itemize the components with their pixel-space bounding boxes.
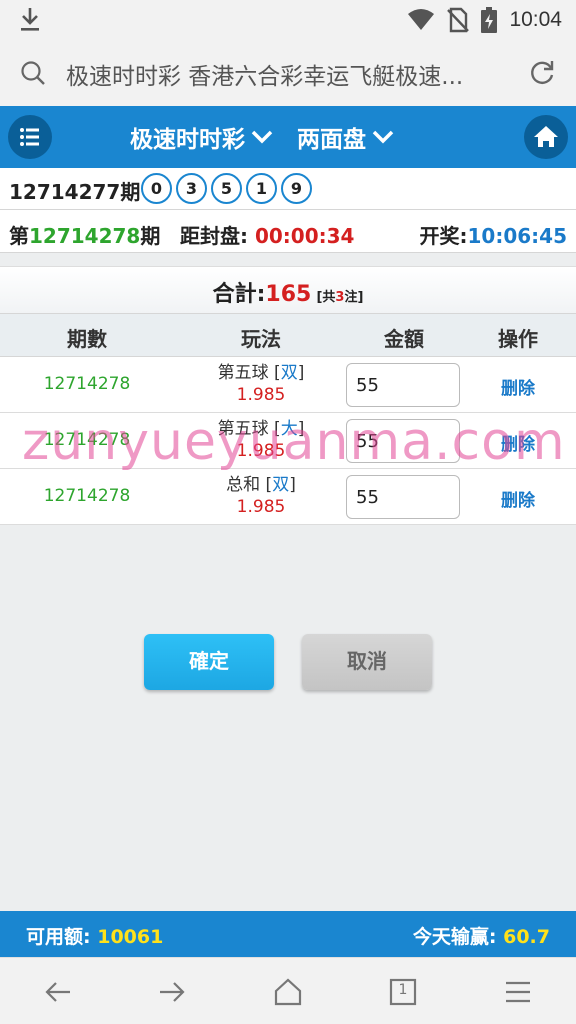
row-play: 总和 [双] 1.985 xyxy=(174,474,348,518)
tab-count: 1 xyxy=(398,982,408,998)
column-header-play: 玩法 xyxy=(241,327,281,351)
play-choice: 双 xyxy=(272,475,290,495)
countdown-value: 00:00:34 xyxy=(254,224,355,248)
battery-icon xyxy=(481,7,498,33)
balance-label: 可用额: xyxy=(26,926,91,948)
play-name: 总和 xyxy=(226,475,261,495)
game-label: 极速时时彩 xyxy=(130,127,245,153)
delete-link[interactable]: 删除 xyxy=(460,430,576,455)
available-balance: 可用额: 10061 xyxy=(26,922,163,949)
market-dropdown[interactable]: 两面盘 xyxy=(297,120,394,154)
today-value: 60.7 xyxy=(503,926,550,948)
menu-button[interactable] xyxy=(8,115,52,159)
row-play: 第五球 [双] 1.985 xyxy=(174,362,348,406)
current-period: 第12714278期 xyxy=(9,220,160,249)
current-period-row: 第12714278期 距封盘: 00:00:34 开奖:10:06:45 xyxy=(0,210,576,253)
bet-count: [共3注] xyxy=(316,290,363,305)
search-icon[interactable] xyxy=(20,60,46,86)
summary-label: 合計: xyxy=(212,282,266,307)
play-choice: 大 xyxy=(280,419,298,439)
column-header-action: 操作 xyxy=(498,327,538,351)
browser-nav-bar: 1 xyxy=(0,957,576,1024)
period-suffix: 期 xyxy=(140,224,161,248)
current-period-number: 12714278 xyxy=(29,224,141,248)
countdown-label: 距封盘: xyxy=(180,224,248,248)
home-icon xyxy=(534,126,558,147)
count-prefix: [共 xyxy=(316,290,336,305)
balance-footer: 可用额: 10061 今天输赢: 60.7 xyxy=(0,911,576,957)
confirm-button[interactable]: 確定 xyxy=(144,634,274,690)
cancel-button[interactable]: 取消 xyxy=(302,634,432,690)
today-label: 今天输赢: xyxy=(412,926,497,948)
forward-arrow-icon[interactable] xyxy=(156,976,188,1008)
row-odds: 1.985 xyxy=(236,441,286,461)
table-row: 12714278 总和 [双] 1.985 删除 xyxy=(0,469,576,525)
row-period: 12714278 xyxy=(43,374,131,394)
column-header-amount: 金額 xyxy=(384,327,424,351)
period-prefix: 第 xyxy=(9,224,29,248)
list-menu-icon xyxy=(20,128,39,146)
open-label: 开奖: xyxy=(419,224,468,248)
play-name: 第五球 xyxy=(217,419,269,439)
result-ball: 1 xyxy=(246,173,277,204)
count-suffix: 注] xyxy=(344,290,364,305)
table-row: 12714278 第五球 [大] 1.985 删除 xyxy=(0,413,576,469)
status-bar: 10:04 xyxy=(0,0,576,40)
column-header-period: 期數 xyxy=(67,327,107,351)
row-period: 12714278 xyxy=(43,486,131,506)
row-period: 12714278 xyxy=(43,430,131,450)
clock: 10:04 xyxy=(509,8,562,31)
play-choice: 双 xyxy=(280,363,298,383)
no-sim-icon xyxy=(447,7,470,33)
row-odds: 1.985 xyxy=(236,497,286,517)
wifi-icon xyxy=(408,9,435,30)
browser-url-bar: 极速时时彩 香港六合彩幸运飞艇极速... xyxy=(0,40,576,106)
amount-input[interactable] xyxy=(346,475,460,519)
amount-input[interactable] xyxy=(346,419,460,463)
result-ball: 9 xyxy=(281,173,312,204)
tabs-button[interactable]: 1 xyxy=(387,976,419,1008)
app-header: 极速时时彩 两面盘 xyxy=(0,106,576,168)
close-countdown: 距封盘: 00:00:34 xyxy=(180,220,354,249)
last-draw-row: 12714277期 0 3 5 1 9 xyxy=(0,168,576,210)
amount-input[interactable] xyxy=(346,363,460,407)
market-label: 两面盘 xyxy=(297,127,366,153)
balance-value: 10061 xyxy=(97,926,164,948)
chevron-down-icon xyxy=(251,130,273,144)
today-result: 今天输赢: 60.7 xyxy=(413,922,550,949)
table-row: 12714278 第五球 [双] 1.985 删除 xyxy=(0,357,576,413)
play-name: 第五球 xyxy=(217,363,269,383)
download-icon xyxy=(21,8,39,31)
result-ball: 0 xyxy=(141,173,172,204)
hamburger-menu-icon[interactable] xyxy=(502,976,534,1008)
summary-total: 165 xyxy=(265,282,312,307)
chevron-down-icon xyxy=(372,130,394,144)
back-arrow-icon[interactable] xyxy=(42,976,74,1008)
result-ball: 5 xyxy=(211,173,242,204)
draw-time: 开奖:10:06:45 xyxy=(420,220,568,249)
home-button[interactable] xyxy=(524,115,568,159)
home-outline-icon[interactable] xyxy=(272,976,304,1008)
game-dropdown[interactable]: 极速时时彩 xyxy=(130,120,273,154)
delete-link[interactable]: 删除 xyxy=(460,486,576,511)
last-draw-period: 12714277期 xyxy=(9,180,141,204)
open-time-value: 10:06:45 xyxy=(467,224,568,248)
delete-link[interactable]: 删除 xyxy=(460,374,576,399)
row-play: 第五球 [大] 1.985 xyxy=(174,418,348,462)
table-header: 期數 玩法 金額 操作 xyxy=(0,314,576,357)
result-balls: 0 3 5 1 9 xyxy=(141,173,312,204)
order-summary: 合計:165 [共3注] xyxy=(0,266,576,314)
reload-icon[interactable] xyxy=(528,59,556,87)
url-title[interactable]: 极速时时彩 香港六合彩幸运飞艇极速... xyxy=(66,57,510,91)
row-odds: 1.985 xyxy=(236,385,286,405)
result-ball: 3 xyxy=(176,173,207,204)
